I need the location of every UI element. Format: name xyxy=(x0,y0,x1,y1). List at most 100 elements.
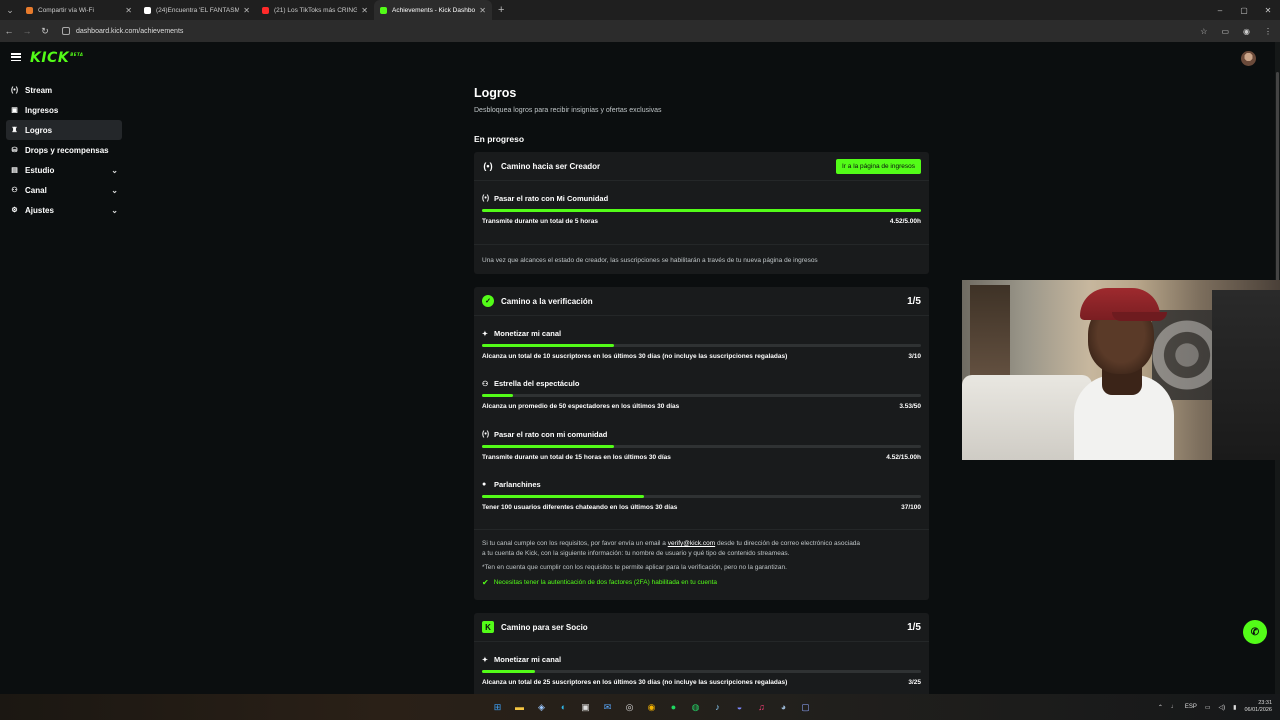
achievement-item: ✦ Monetizar mi canal Alcanza un total de… xyxy=(482,655,921,694)
sparkle-icon: ✦ xyxy=(482,656,488,664)
close-tab-icon[interactable]: ✕ xyxy=(361,6,368,15)
spotify-icon[interactable]: ● xyxy=(665,699,682,716)
profile-icon[interactable]: ◉ xyxy=(1243,27,1250,36)
app-icon[interactable]: ◈ xyxy=(533,699,550,716)
clock[interactable]: 23:31 06/01/2026 xyxy=(1244,700,1272,714)
divider xyxy=(474,641,929,642)
mail-icon[interactable]: ✉ xyxy=(599,699,616,716)
achievement-item: ⚇ Estrella del espectáculo Alcanza un pr… xyxy=(482,379,921,419)
achievement-value: 37/100 xyxy=(901,504,921,511)
progress-bar xyxy=(482,394,921,397)
microphone-icon[interactable]: ♩ xyxy=(1171,704,1177,710)
support-chat-button[interactable]: ✆ xyxy=(1243,620,1267,644)
tiktok-favicon-icon xyxy=(144,6,151,14)
app-icon[interactable]: ♪ xyxy=(709,699,726,716)
battery-icon[interactable]: ▮ xyxy=(1233,704,1236,711)
store-icon[interactable]: ▣ xyxy=(577,699,594,716)
close-window-button[interactable]: ✕ xyxy=(1256,6,1280,15)
back-icon[interactable]: ← xyxy=(0,26,18,36)
url-field[interactable]: dashboard.kick.com/achievements xyxy=(62,27,183,35)
chrome-icon[interactable]: ◉ xyxy=(643,699,660,716)
tab-title: (21) Los TikToks más CRINGE 1! xyxy=(274,6,358,14)
top-navigation: KICKBETA xyxy=(0,42,1280,76)
sidebar-item-ajustes[interactable]: ⚙ Ajustes ⌄ xyxy=(6,200,122,220)
whatsapp-icon[interactable]: ◍ xyxy=(687,699,704,716)
achievement-title: ● Parlanchines xyxy=(482,480,921,489)
divider xyxy=(474,315,929,316)
obs-icon[interactable]: ◎ xyxy=(621,699,638,716)
taskbar-apps: ⊞ ▬ ◈ ◐ ▣ ✉ ◎ ◉ ● ◍ ♪ ◒ ♫ ◕ ▢ xyxy=(489,694,814,720)
2fa-requirement-text: Necesitas tener la autenticación de dos … xyxy=(493,579,718,586)
network-icon[interactable]: ▭ xyxy=(1205,704,1211,711)
sidebar-item-estudio[interactable]: ▤ Estudio ⌄ xyxy=(6,160,122,180)
broadcast-icon: (•) xyxy=(10,86,19,94)
card-title: Camino para ser Socio xyxy=(501,622,588,632)
minimize-button[interactable]: – xyxy=(1208,6,1232,15)
volume-icon[interactable]: ◁) xyxy=(1219,704,1226,711)
maximize-button[interactable]: ▢ xyxy=(1232,6,1256,15)
users-icon: ⚇ xyxy=(11,187,18,194)
section-title: En progreso xyxy=(474,134,525,144)
go-to-revenue-button[interactable]: Ir a la página de ingresos xyxy=(836,158,921,174)
verify-email-link[interactable]: verify@kick.com xyxy=(668,540,715,547)
achievement-desc: Alcanza un promedio de 50 espectadores e… xyxy=(482,403,680,410)
achievement-title: ⚇ Estrella del espectáculo xyxy=(482,379,921,388)
wallet-icon: ▣ xyxy=(11,107,18,114)
achievement-title-text: Parlanchines xyxy=(494,480,541,489)
browser-tab[interactable]: (21) Los TikToks más CRINGE 1! ✕ xyxy=(256,0,374,20)
app-icon[interactable]: ▢ xyxy=(797,699,814,716)
note-line2: a tu cuenta de Kick, con la siguiente in… xyxy=(482,550,790,557)
sidebar-item-logros[interactable]: ♜ Logros xyxy=(6,120,122,140)
reload-icon[interactable]: ↻ xyxy=(36,26,54,37)
note-prefix: Si tu canal cumple con los requisitos, p… xyxy=(482,540,666,547)
bookmark-star-icon[interactable]: ☆ xyxy=(1200,27,1207,36)
sidebar-item-drops[interactable]: ⛁ Drops y recompensas xyxy=(6,140,122,160)
sidebar-item-canal[interactable]: ⚇ Canal ⌄ xyxy=(6,180,122,200)
edge-icon[interactable]: ◐ xyxy=(555,699,572,716)
divider xyxy=(474,244,929,245)
achievement-desc: Transmite durante un total de 15 horas e… xyxy=(482,454,671,461)
2fa-requirement: ✔ Necesitas tener la autenticación de do… xyxy=(482,578,717,587)
achievement-title: ✦ Monetizar mi canal xyxy=(482,655,921,664)
broadcast-icon: (•) xyxy=(482,431,490,438)
close-tab-icon[interactable]: ✕ xyxy=(243,6,250,15)
tiktok-icon[interactable]: ♫ xyxy=(753,699,770,716)
sidebar-item-ingresos[interactable]: ▣ Ingresos xyxy=(6,100,122,120)
achievement-title: (•) Pasar el rato con mi comunidad xyxy=(482,430,921,439)
close-tab-icon[interactable]: ✕ xyxy=(125,6,132,15)
forward-icon[interactable]: → xyxy=(18,26,36,36)
sidebar-item-stream[interactable]: (•) Stream xyxy=(6,80,122,100)
more-menu-icon[interactable]: ⋮ xyxy=(1264,27,1272,36)
achievement-value: 3.53/50 xyxy=(899,403,921,410)
user-avatar[interactable] xyxy=(1241,51,1256,66)
system-tray: ⌃ ♩ ESP ▭ ◁) ▮ 23:31 06/01/2026 xyxy=(1158,694,1272,720)
language-indicator[interactable]: ESP xyxy=(1185,704,1197,710)
scrollbar-thumb[interactable] xyxy=(1276,72,1279,312)
hamburger-menu-icon[interactable] xyxy=(11,53,21,61)
site-info-icon[interactable] xyxy=(62,27,70,35)
progress-fill xyxy=(482,394,513,397)
windows-start-icon[interactable]: ⊞ xyxy=(489,699,506,716)
chevron-up-icon[interactable]: ⌃ xyxy=(1158,704,1163,711)
discord-icon[interactable]: ◒ xyxy=(731,699,748,716)
achievement-title-text: Pasar el rato con Mi Comunidad xyxy=(494,194,609,203)
verification-note: Si tu canal cumple con los requisitos, p… xyxy=(482,539,922,559)
browser-tab-active[interactable]: Achievements - Kick Dashboard ✕ xyxy=(374,0,492,20)
progress-fill xyxy=(482,445,614,448)
browser-tab[interactable]: (24)Encuentra 'EL FANTASMA C ✕ xyxy=(138,0,256,20)
card-title: Camino a la verificación xyxy=(501,296,593,306)
card-header: (•) Camino hacia ser Creador Ir a la pág… xyxy=(474,152,929,180)
browser-tab[interactable]: Compartir vía Wi-Fi ✕ xyxy=(20,0,138,20)
steam-icon[interactable]: ◕ xyxy=(775,699,792,716)
tab-search-icon[interactable]: ⌄ xyxy=(0,0,20,20)
file-explorer-icon[interactable]: ▬ xyxy=(511,699,528,716)
achievement-desc: Transmite durante un total de 5 horas xyxy=(482,218,598,225)
close-tab-icon[interactable]: ✕ xyxy=(479,6,486,15)
clock-time: 23:31 xyxy=(1258,700,1272,706)
new-tab-button[interactable]: + xyxy=(498,4,504,16)
broadcast-icon: (•) xyxy=(482,195,490,202)
cast-icon[interactable]: ▭ xyxy=(1221,27,1229,36)
kick-logo[interactable]: KICKBETA xyxy=(30,50,83,66)
verified-badge-icon: ✓ xyxy=(482,295,494,307)
achievement-title: ✦ Monetizar mi canal xyxy=(482,329,921,338)
